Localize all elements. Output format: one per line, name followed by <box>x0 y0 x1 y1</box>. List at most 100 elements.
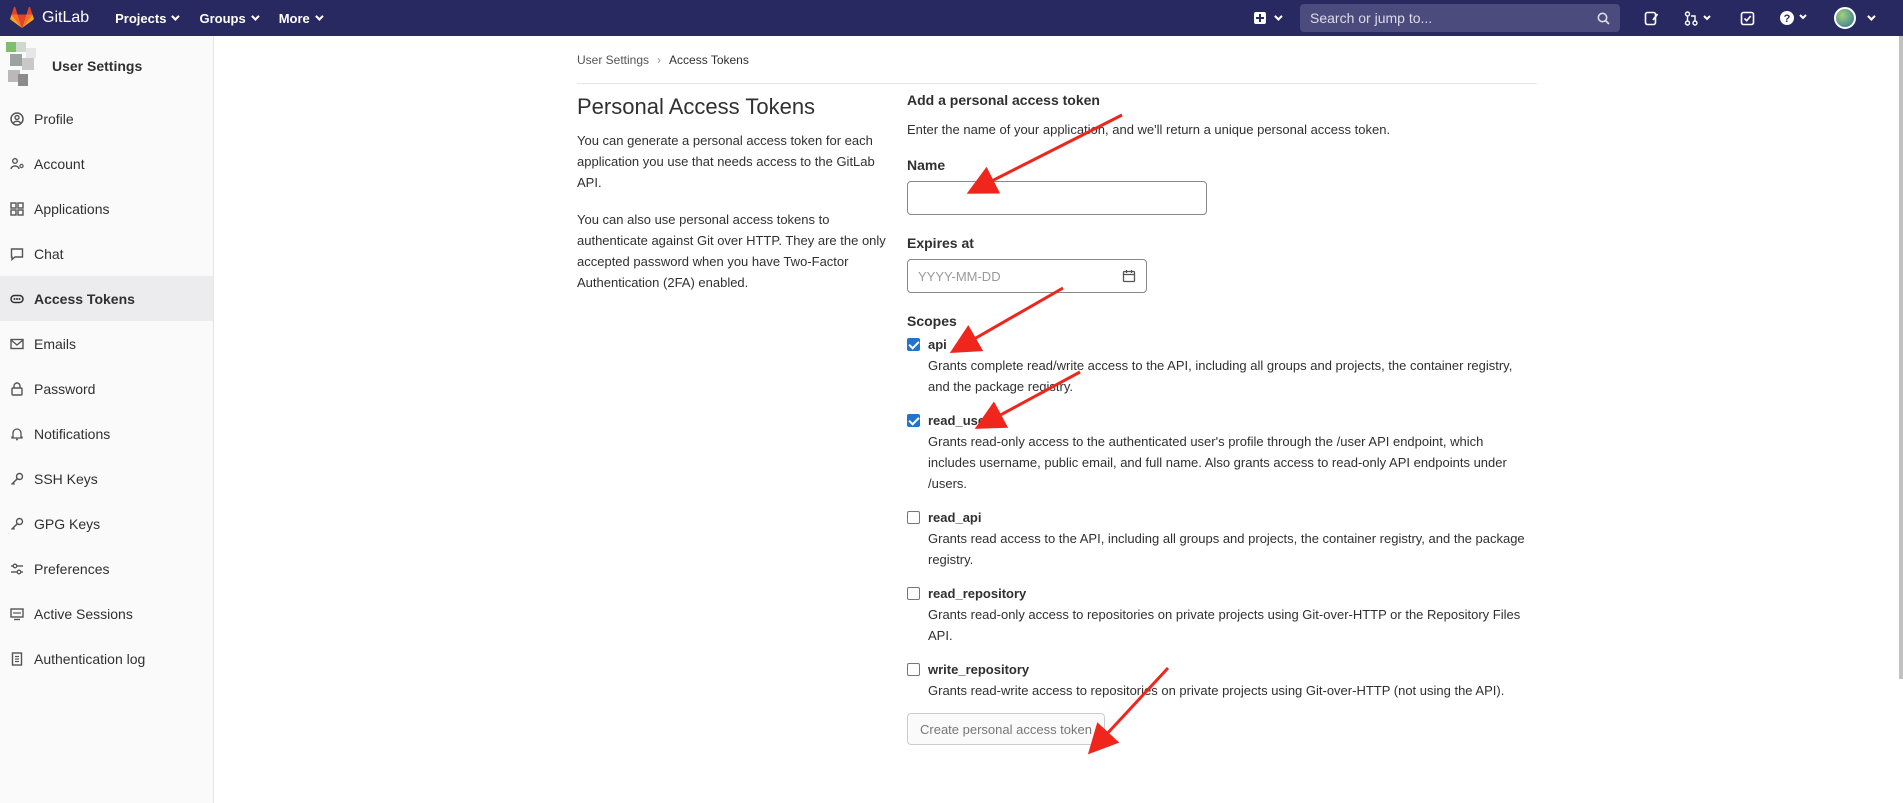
merge-requests-icon[interactable] <box>1682 9 1716 27</box>
sidebar-item-gpg-keys[interactable]: GPG Keys <box>0 501 213 546</box>
name-label: Name <box>907 157 946 173</box>
scope-name[interactable]: read_api <box>928 510 981 525</box>
scope-read-api: read_api Grants read access to the API, … <box>907 510 1537 570</box>
scope-api: api Grants complete read/write access to… <box>907 337 1537 397</box>
search-placeholder: Search or jump to... <box>1310 10 1433 26</box>
sidebar-item-account[interactable]: Account <box>0 141 213 186</box>
scope-read-repository: read_repository Grants read-only access … <box>907 586 1537 646</box>
applications-icon <box>10 201 24 216</box>
avatar <box>6 42 38 90</box>
scope-description: Grants read access to the API, including… <box>928 531 1525 567</box>
profile-icon <box>10 111 24 126</box>
sidebar-item-label: Access Tokens <box>34 290 135 307</box>
sidebar-item-label: Chat <box>34 245 64 262</box>
sidebar-item-label: Authentication log <box>34 650 146 667</box>
sidebar-item-access-tokens[interactable]: Access Tokens <box>0 276 213 321</box>
intro-paragraph-2: You can also use personal access tokens … <box>577 212 886 290</box>
new-item-dropdown[interactable] <box>1254 12 1283 24</box>
scope-description: Grants read-only access to the authentic… <box>928 434 1507 491</box>
expires-placeholder: YYYY-MM-DD <box>918 268 1001 284</box>
sidebar-item-notifications[interactable]: Notifications <box>0 411 213 456</box>
search-input[interactable]: Search or jump to... <box>1300 4 1620 32</box>
breadcrumb-user-settings[interactable]: User Settings <box>577 53 649 67</box>
scopes-label: Scopes <box>907 313 957 329</box>
token-icon <box>10 292 24 306</box>
calendar-icon[interactable] <box>1122 269 1136 283</box>
chat-icon <box>10 247 24 261</box>
nav-projects[interactable]: Projects <box>115 10 181 26</box>
brand-name: GitLab <box>42 9 90 26</box>
scope-read-user: read_user Grants read-only access to the… <box>907 413 1537 494</box>
log-icon <box>10 651 24 666</box>
scope-api-checkbox[interactable] <box>907 338 920 351</box>
scope-name[interactable]: read_user <box>928 413 990 428</box>
sidebar-item-chat[interactable]: Chat <box>0 231 213 276</box>
top-navbar: GitLab Projects Groups More Search or ju… <box>0 0 1903 36</box>
scope-read-api-checkbox[interactable] <box>907 511 920 524</box>
scope-description: Grants complete read/write access to the… <box>928 358 1513 394</box>
sidebar-item-label: Notifications <box>34 425 111 442</box>
plus-square-icon <box>1254 12 1266 24</box>
form-heading: Add a personal access token <box>907 92 1100 108</box>
key-icon <box>10 472 24 486</box>
scrollbar[interactable] <box>1899 36 1903 679</box>
breadcrumb-access-tokens[interactable]: Access Tokens <box>669 53 749 67</box>
expires-label: Expires at <box>907 235 974 251</box>
sidebar-item-profile[interactable]: Profile <box>0 96 213 141</box>
chevron-down-icon <box>250 12 260 21</box>
user-avatar[interactable] <box>1834 7 1856 29</box>
gitlab-tanuki-icon <box>10 7 34 28</box>
sidebar-item-label: Emails <box>34 335 77 352</box>
gitlab-logo[interactable]: GitLab <box>10 7 89 29</box>
lock-icon <box>10 381 24 396</box>
account-icon <box>10 157 24 171</box>
sidebar-item-label: Preferences <box>34 560 110 577</box>
chevron-down-icon <box>1274 12 1283 21</box>
sidebar-item-active-sessions[interactable]: Active Sessions <box>0 591 213 636</box>
page-title: Personal Access Tokens <box>577 94 816 119</box>
settings-sidebar: User Settings Profile Account Applicatio… <box>0 36 214 803</box>
sidebar-item-label: Profile <box>34 110 74 127</box>
scope-read-user-checkbox[interactable] <box>907 414 920 427</box>
nav-more[interactable]: More <box>278 10 324 26</box>
nav-projects-label: Projects <box>115 10 167 26</box>
sidebar-item-label: Password <box>34 380 96 397</box>
issues-icon[interactable] <box>1642 9 1660 27</box>
sidebar-item-label: SSH Keys <box>34 470 98 487</box>
nav-groups[interactable]: Groups <box>199 10 260 26</box>
nav-more-label: More <box>278 10 310 26</box>
todo-icon[interactable] <box>1738 9 1756 27</box>
search-icon <box>1597 12 1610 25</box>
form-description: Enter the name of your application, and … <box>907 122 1391 137</box>
expires-date-input[interactable]: YYYY-MM-DD <box>907 259 1147 293</box>
monitor-icon <box>10 607 24 621</box>
token-name-input[interactable] <box>907 181 1207 215</box>
sidebar-item-ssh-keys[interactable]: SSH Keys <box>0 456 213 501</box>
scope-description: Grants read-write access to repositories… <box>928 683 1505 698</box>
sidebar-item-emails[interactable]: Emails <box>0 321 213 366</box>
intro-column: Personal Access Tokens You can generate … <box>577 84 907 745</box>
main-content: User Settings › Access Tokens Personal A… <box>577 36 1537 745</box>
scope-name[interactable]: read_repository <box>928 586 1026 601</box>
sidebar-item-preferences[interactable]: Preferences <box>0 546 213 591</box>
sidebar-item-label: Active Sessions <box>34 605 133 622</box>
scope-name[interactable]: api <box>928 337 947 352</box>
svg-text:?: ? <box>1784 13 1791 25</box>
sidebar-header[interactable]: User Settings <box>0 36 213 96</box>
help-icon[interactable]: ? <box>1778 9 1812 27</box>
scope-write-repository-checkbox[interactable] <box>907 663 920 676</box>
mail-icon <box>10 337 24 351</box>
sidebar-title: User Settings <box>52 58 143 74</box>
sidebar-item-label: Account <box>34 155 85 172</box>
sidebar-item-applications[interactable]: Applications <box>0 186 213 231</box>
create-token-button[interactable]: Create personal access token <box>907 713 1105 745</box>
preferences-icon <box>10 562 24 576</box>
scope-read-repository-checkbox[interactable] <box>907 587 920 600</box>
scope-name[interactable]: write_repository <box>928 662 1029 677</box>
sidebar-item-password[interactable]: Password <box>0 366 213 411</box>
scope-description: Grants read-only access to repositories … <box>928 607 1521 643</box>
sidebar-item-authentication-log[interactable]: Authentication log <box>0 636 213 681</box>
nav-groups-label: Groups <box>199 10 246 26</box>
chevron-right-icon: › <box>657 52 662 67</box>
breadcrumb: User Settings › Access Tokens <box>577 36 1537 84</box>
